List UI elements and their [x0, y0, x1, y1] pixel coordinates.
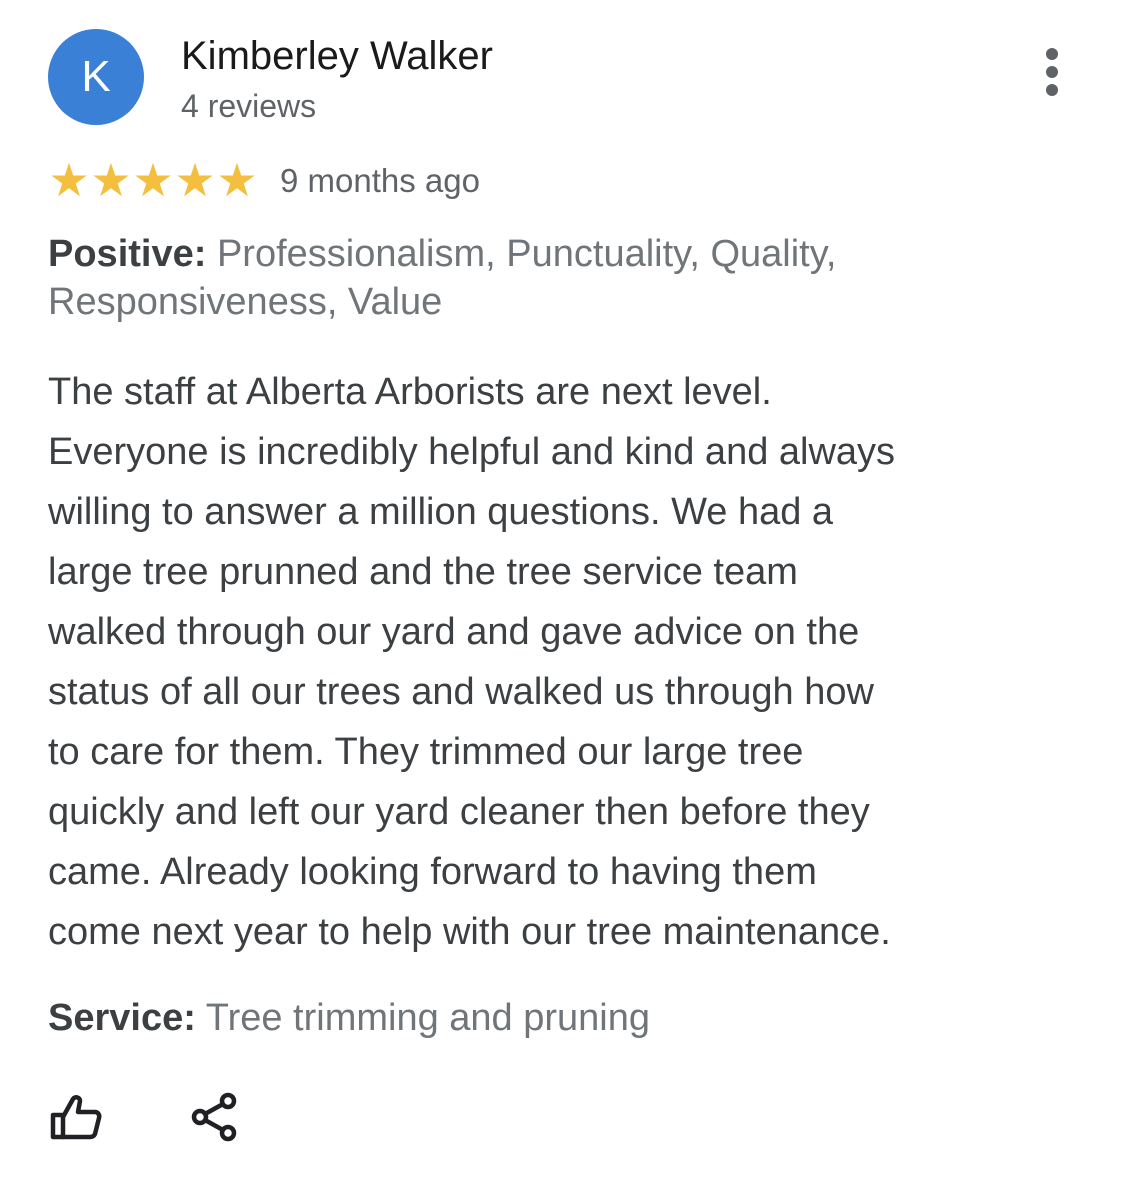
- review-date: 9 months ago: [280, 162, 480, 199]
- share-icon: [191, 1092, 237, 1142]
- review-card: K Kimberley Walker 4 reviews ★ ★ ★ ★ ★ 9…: [0, 0, 1125, 1197]
- review-count[interactable]: 4 reviews: [181, 88, 316, 125]
- reviewer-name[interactable]: Kimberley Walker: [181, 34, 493, 79]
- service-info: Service: Tree trimming and pruning: [48, 994, 650, 1042]
- positive-values-line2: Responsiveness, Value: [48, 281, 443, 323]
- more-vert-icon-dot: [1046, 84, 1058, 96]
- more-vert-icon-dot: [1046, 66, 1058, 78]
- star-icon: ★: [132, 154, 174, 206]
- star-icon: ★: [48, 154, 90, 206]
- share-button[interactable]: [184, 1087, 248, 1151]
- review-body: The staff at Alberta Arborists are next …: [48, 371, 896, 953]
- like-button[interactable]: [44, 1087, 108, 1151]
- star-icon: ★: [174, 154, 216, 206]
- star-icon: ★: [90, 154, 132, 206]
- positive-label: Positive:: [48, 233, 207, 275]
- positive-attributes: Positive: Professionalism, Punctuality, …: [48, 230, 1058, 326]
- avatar[interactable]: K: [48, 29, 144, 125]
- star-icon: ★: [216, 154, 258, 206]
- more-vert-icon: [1046, 48, 1058, 60]
- service-value: Tree trimming and pruning: [195, 997, 650, 1039]
- more-options-button[interactable]: [1028, 46, 1076, 98]
- star-rating: ★ ★ ★ ★ ★: [48, 155, 258, 205]
- thumbs-up-icon: [50, 1095, 102, 1140]
- service-label: Service:: [48, 997, 196, 1039]
- positive-values-line1: Professionalism, Punctuality, Quality,: [206, 233, 837, 275]
